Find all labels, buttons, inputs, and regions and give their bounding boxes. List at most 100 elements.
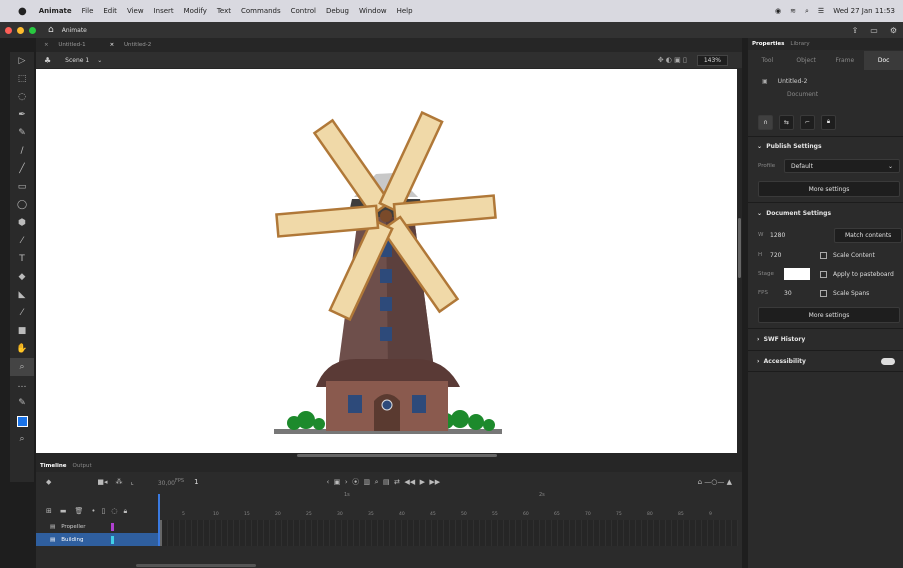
tab-timeline[interactable]: Timeline [40, 463, 67, 469]
line-icon[interactable]: ⁄ [10, 232, 34, 250]
new-folder-icon[interactable]: ▬ [60, 507, 67, 515]
subtab-object[interactable]: Object [787, 57, 826, 64]
layer-propeller[interactable]: ▤ Propeller [36, 520, 158, 533]
delete-layer-icon[interactable]: 🗑︎ [75, 507, 84, 515]
snap-icon[interactable]: ⌕ [10, 430, 34, 448]
width-field[interactable]: 1280 [770, 232, 790, 239]
paint-brush-icon[interactable]: ╱ [10, 160, 34, 178]
document-settings-header[interactable]: ⌄ Document Settings [748, 202, 903, 224]
menu-insert[interactable]: Insert [154, 7, 174, 15]
publish-settings-header[interactable]: ⌄ Publish Settings [748, 136, 903, 156]
frames-grid[interactable] [162, 520, 738, 546]
document-more-settings-button[interactable]: More settings [758, 307, 900, 323]
tab-output[interactable]: Output [73, 463, 92, 469]
accessibility-toggle[interactable] [881, 357, 895, 365]
zoom-tool-icon[interactable]: ⌕ [10, 358, 34, 376]
publish-more-settings-button[interactable]: More settings [758, 181, 900, 197]
lasso-icon[interactable]: ◌ [10, 88, 34, 106]
subtab-doc[interactable]: Doc [864, 50, 903, 70]
control-center-icon[interactable]: ☰ [818, 7, 824, 15]
wifi-icon[interactable]: ≋ [790, 7, 796, 15]
scene-icon[interactable]: ♣ [44, 56, 51, 65]
menubar-datetime[interactable]: Wed 27 Jan 11:53 [833, 7, 895, 15]
settings-icon[interactable]: ⚙ [890, 26, 897, 35]
more-tools-icon[interactable]: … [10, 376, 34, 394]
horizontal-scrollbar[interactable] [297, 454, 497, 457]
minimize-window-button[interactable] [17, 26, 24, 34]
fill-color-swatch[interactable] [10, 412, 34, 430]
swf-history-header[interactable]: › SWF History [748, 328, 903, 350]
selection-tool-icon[interactable]: ▷ [10, 52, 34, 70]
zoom-field[interactable]: 143% [696, 54, 728, 66]
tab-library[interactable]: Library [790, 41, 809, 47]
subtab-frame[interactable]: Frame [826, 57, 865, 64]
search-icon[interactable]: ⌕ [805, 7, 809, 16]
tab-untitled-1[interactable]: × Untitled-1 [36, 42, 102, 48]
profile-dropdown[interactable]: Default ⌄ [784, 159, 900, 173]
match-contents-button[interactable]: Match contents [834, 227, 903, 243]
accessibility-header[interactable]: › Accessibility [748, 350, 903, 372]
menu-debug[interactable]: Debug [326, 7, 349, 15]
paint-bucket-icon[interactable]: ◣ [10, 286, 34, 304]
new-layer-icon[interactable]: ⊞ [46, 507, 52, 515]
pen-icon[interactable]: ✒ [10, 106, 34, 124]
fps-field[interactable]: 30 [784, 290, 820, 297]
rulers-icon[interactable]: ⌐ [800, 114, 815, 130]
scale-spans-checkbox[interactable] [820, 289, 827, 297]
scale-content-checkbox[interactable] [820, 251, 827, 259]
free-transform-icon[interactable]: ⬚ [10, 70, 34, 88]
tab-untitled-2[interactable]: × Untitled-2 [102, 42, 168, 48]
subtab-tool[interactable]: Tool [748, 57, 787, 64]
stage-canvas[interactable] [36, 69, 737, 453]
menu-window[interactable]: Window [359, 7, 387, 15]
height-field[interactable]: 720 [770, 252, 820, 259]
menu-edit[interactable]: Edit [103, 7, 117, 15]
brush-icon[interactable]: ✎ [10, 124, 34, 142]
menu-control[interactable]: Control [291, 7, 316, 15]
eyedropper-icon[interactable]: ⁄ [10, 304, 34, 322]
layer-depth-icon[interactable]: ◆ [46, 478, 51, 486]
magnet-icon[interactable]: ∩ [758, 114, 773, 130]
camera-icon[interactable]: ■ [10, 322, 34, 340]
menu-view[interactable]: View [127, 7, 144, 15]
highlight-icon[interactable]: • [91, 507, 95, 515]
stage-color-swatch[interactable] [784, 268, 810, 280]
menu-help[interactable]: Help [397, 7, 413, 15]
tab-properties[interactable]: Properties [752, 41, 784, 47]
menu-modify[interactable]: Modify [184, 7, 207, 15]
hand-icon[interactable]: ✋ [10, 340, 34, 358]
menu-app[interactable]: Animate [39, 7, 72, 15]
graph-icon[interactable]: ⌞ [131, 478, 134, 486]
text-tool-icon[interactable]: T [10, 250, 34, 268]
frame-ruler[interactable]: 5 10 15 20 25 30 35 40 45 50 55 60 65 70 75 80 85 9 [182, 512, 742, 517]
visibility-icon[interactable]: ◌ [111, 507, 117, 515]
menu-text[interactable]: Text [217, 7, 231, 15]
workspace-icon[interactable]: ▭ [870, 26, 878, 35]
status-icon[interactable]: ◉ [775, 7, 781, 15]
chevron-down-icon[interactable]: ⌄ [97, 57, 102, 64]
stroke-color-icon[interactable]: ✎ [10, 394, 34, 412]
playback-controls[interactable]: ‹ ▣ › ⦿ ▥ ⌕ ▤ ⇄ ◀◀ ▶ ▶▶ [327, 477, 441, 487]
eraser-icon[interactable]: ◆ [10, 268, 34, 286]
menu-file[interactable]: File [82, 7, 94, 15]
camera-toggle-icon[interactable]: ■◂ [97, 478, 107, 486]
outline-icon[interactable]: ▯ [102, 507, 106, 515]
zoom-window-button[interactable] [29, 26, 36, 34]
snap-align-icon[interactable]: ⇆ [779, 114, 794, 130]
apply-pasteboard-checkbox[interactable] [820, 270, 827, 278]
lock-layers-icon[interactable]: 🔒︎ [124, 507, 128, 516]
playhead[interactable] [158, 494, 160, 546]
rectangle-icon[interactable]: ▭ [10, 178, 34, 196]
pencil-icon[interactable]: / [10, 142, 34, 160]
timeline-zoom-slider[interactable]: ⌂ —○— ▲ [698, 478, 732, 486]
menu-commands[interactable]: Commands [241, 7, 281, 15]
scene-label[interactable]: Scene 1 [65, 57, 89, 64]
layer-building[interactable]: ▤ Building [36, 533, 158, 546]
share-icon[interactable]: ⇪ [852, 26, 859, 35]
timeline-scrollbar[interactable] [136, 564, 256, 567]
lock-icon[interactable]: 🔒︎ [821, 114, 836, 130]
oval-icon[interactable]: ◯ [10, 196, 34, 214]
vertical-scrollbar[interactable] [738, 218, 741, 278]
close-window-button[interactable] [5, 26, 12, 34]
apple-icon[interactable]: ● [18, 6, 27, 17]
